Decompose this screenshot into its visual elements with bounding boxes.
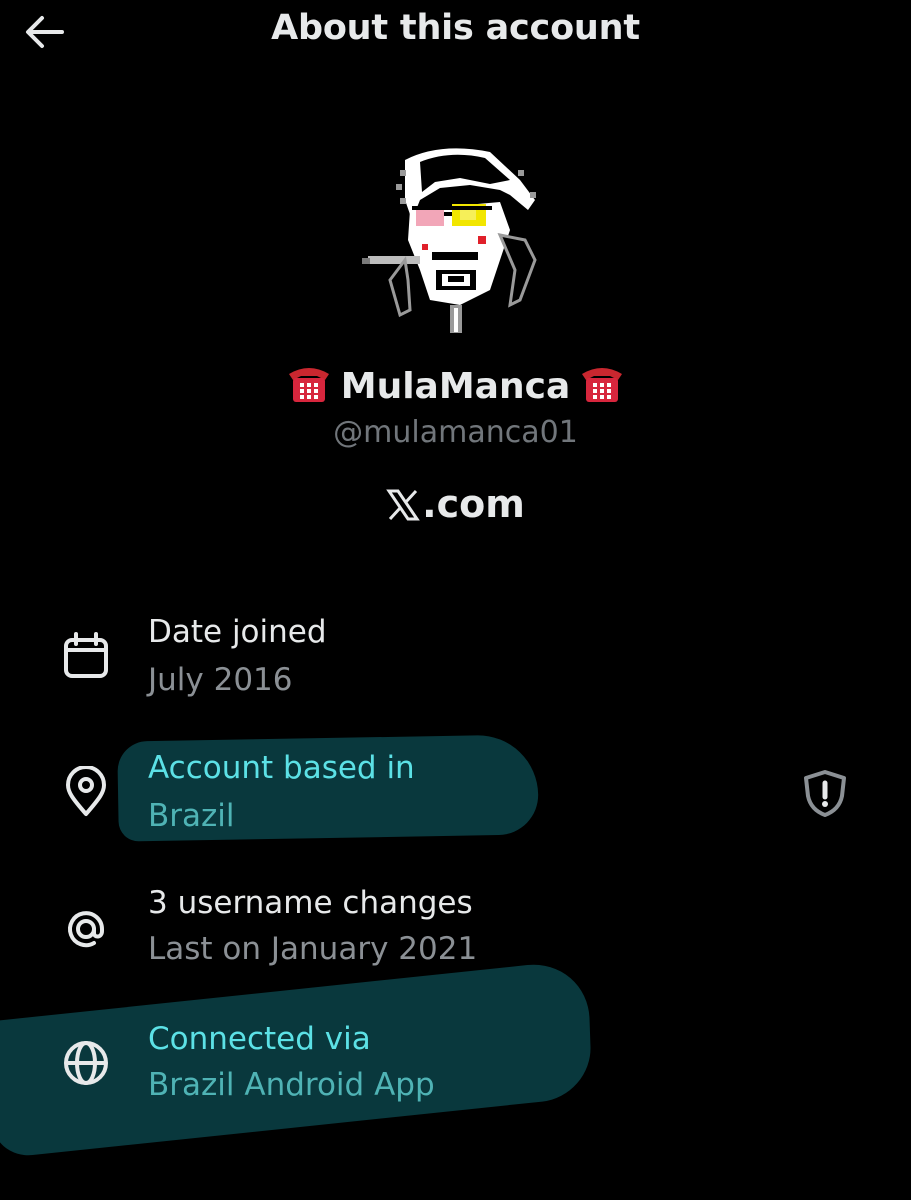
globe-icon (60, 1037, 112, 1089)
display-name-text: MulaManca (340, 366, 571, 407)
telephone-icon (285, 360, 333, 413)
detail-label: Connected via (148, 1021, 371, 1057)
username-handle: @mulamanca01 (333, 415, 578, 450)
location-pin-icon (60, 765, 112, 818)
avatar-image (362, 148, 537, 333)
info-shield-button[interactable] (800, 768, 850, 818)
shield-alert-icon (804, 770, 846, 817)
detail-label: Account based in (148, 750, 415, 786)
calendar-icon (60, 630, 112, 682)
detail-account-based-in: Account based in Brazil (0, 748, 911, 848)
page-title: About this account (271, 8, 640, 48)
detail-value: Brazil Android App (148, 1067, 435, 1103)
detail-value: July 2016 (148, 662, 293, 698)
platform-text: .com (422, 482, 525, 526)
telephone-icon (578, 360, 626, 413)
at-sign-icon (60, 903, 112, 955)
avatar[interactable] (350, 140, 560, 340)
detail-label: Date joined (148, 614, 327, 650)
detail-username-changes: 3 username changes Last on January 2021 (0, 883, 911, 983)
platform-label: .com (0, 482, 911, 526)
detail-date-joined: Date joined July 2016 (0, 612, 911, 712)
top-bar: About this account (0, 0, 911, 64)
detail-value: Last on January 2021 (148, 931, 478, 967)
display-name: MulaManca (0, 360, 911, 413)
detail-label: 3 username changes (148, 885, 473, 921)
detail-value: Brazil (148, 798, 235, 834)
x-logo-icon (386, 489, 420, 521)
detail-connected-via: Connected via Brazil Android App (0, 1019, 911, 1119)
